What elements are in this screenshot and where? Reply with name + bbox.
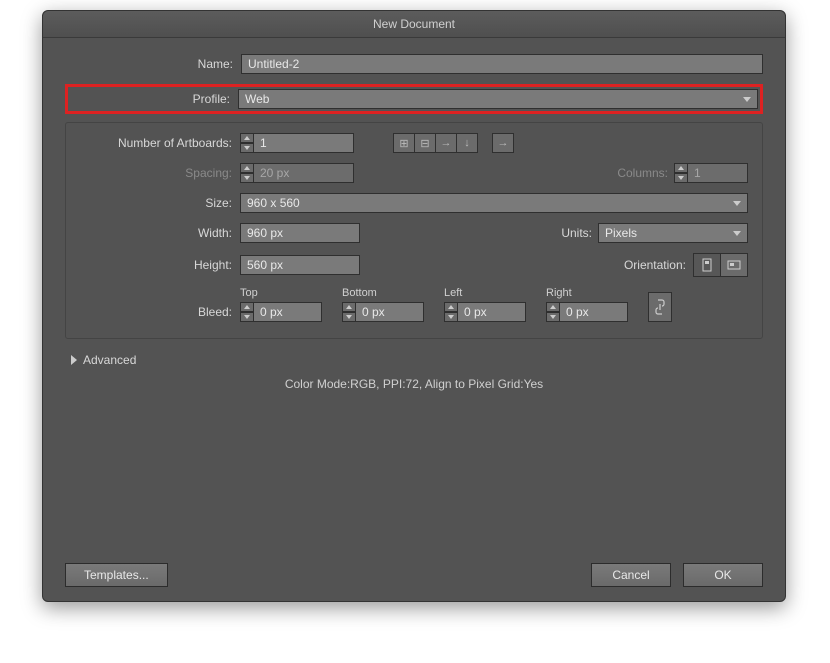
dialog-title: New Document — [43, 11, 785, 38]
spinner-down-icon[interactable] — [240, 143, 254, 153]
bleed-row: Bleed: Top Bottom — [80, 287, 748, 322]
size-select[interactable]: 960 x 560 — [240, 193, 748, 213]
bleed-top-label: Top — [240, 287, 322, 299]
chevron-down-icon — [733, 201, 741, 206]
arrange-row-icon[interactable]: → — [435, 133, 457, 153]
bleed-label: Bleed: — [80, 305, 240, 322]
artboards-spinner[interactable] — [240, 133, 354, 153]
width-label: Width: — [80, 226, 240, 240]
height-label: Height: — [80, 258, 240, 272]
columns-input — [688, 163, 748, 183]
bleed-left-col: Left — [444, 287, 526, 322]
chevron-down-icon — [743, 97, 751, 102]
spinner-up-icon — [674, 163, 688, 173]
portrait-icon — [701, 258, 713, 272]
artboard-group: Number of Artboards: ⊞ ⊟ → ↓ → Spacing: — [65, 122, 763, 339]
artboards-input[interactable] — [254, 133, 354, 153]
disclosure-triangle-icon — [71, 355, 77, 365]
landscape-icon — [727, 259, 741, 271]
dialog-content: Name: Profile: Web Number of Artboards: — [43, 38, 785, 405]
profile-row: Profile: Web — [70, 89, 758, 109]
bleed-bottom-label: Bottom — [342, 287, 424, 299]
bleed-bottom-input[interactable] — [356, 302, 424, 322]
bleed-bottom-col: Bottom — [342, 287, 424, 322]
arrange-col-icon[interactable]: ↓ — [456, 133, 478, 153]
grid-by-col-icon[interactable]: ⊟ — [414, 133, 436, 153]
size-value: 960 x 560 — [247, 196, 300, 210]
name-label: Name: — [65, 57, 241, 71]
bleed-top-input[interactable] — [254, 302, 322, 322]
bleed-top-col: Top — [240, 287, 322, 322]
profile-value: Web — [245, 92, 269, 106]
bleed-left-label: Left — [444, 287, 526, 299]
new-document-dialog: New Document Name: Profile: Web Number o… — [42, 10, 786, 602]
profile-label: Profile: — [70, 92, 238, 106]
width-row: Width: Units: Pixels — [80, 223, 748, 243]
bleed-bottom-spinner[interactable] — [342, 302, 356, 322]
layout-direction-icon[interactable]: → — [492, 133, 514, 153]
spacing-row: Spacing: Columns: — [80, 163, 748, 183]
bleed-right-label: Right — [546, 287, 628, 299]
link-bleed-button[interactable] — [648, 292, 672, 322]
width-input[interactable] — [240, 223, 360, 243]
orientation-landscape-button[interactable] — [720, 253, 748, 277]
profile-highlight: Profile: Web — [65, 84, 763, 114]
ok-button[interactable]: OK — [683, 563, 763, 587]
spinner-down-icon — [240, 173, 254, 183]
bleed-right-col: Right — [546, 287, 628, 322]
units-select[interactable]: Pixels — [598, 223, 748, 243]
spacing-spinner — [240, 163, 354, 183]
bleed-right-spinner[interactable] — [546, 302, 560, 322]
orientation-label: Orientation: — [624, 258, 694, 272]
height-row: Height: Orientation: — [80, 253, 748, 277]
columns-label: Columns: — [617, 166, 674, 180]
spacing-label: Spacing: — [80, 166, 240, 180]
name-row: Name: — [65, 54, 763, 74]
artboard-arrangement-group: ⊞ ⊟ → ↓ — [394, 133, 478, 153]
summary-text: Color Mode:RGB, PPI:72, Align to Pixel G… — [65, 377, 763, 391]
artboards-label: Number of Artboards: — [80, 136, 240, 150]
advanced-toggle[interactable]: Advanced — [71, 353, 763, 367]
spacing-input — [254, 163, 354, 183]
units-value: Pixels — [605, 226, 637, 240]
bleed-left-input[interactable] — [458, 302, 526, 322]
cancel-button[interactable]: Cancel — [591, 563, 671, 587]
size-label: Size: — [80, 196, 240, 210]
columns-spinner — [674, 163, 748, 183]
spinner-down-icon — [674, 173, 688, 183]
chevron-down-icon — [733, 231, 741, 236]
name-input[interactable] — [241, 54, 763, 74]
templates-button[interactable]: Templates... — [65, 563, 168, 587]
size-row: Size: 960 x 560 — [80, 193, 748, 213]
bleed-right-input[interactable] — [560, 302, 628, 322]
bleed-top-spinner[interactable] — [240, 302, 254, 322]
link-icon — [655, 299, 665, 315]
spinner-up-icon[interactable] — [240, 133, 254, 143]
artboards-row: Number of Artboards: ⊞ ⊟ → ↓ → — [80, 133, 748, 153]
orientation-portrait-button[interactable] — [693, 253, 721, 277]
units-label: Units: — [561, 226, 598, 240]
advanced-label: Advanced — [83, 353, 136, 367]
grid-by-row-icon[interactable]: ⊞ — [393, 133, 415, 153]
height-input[interactable] — [240, 255, 360, 275]
spinner-up-icon — [240, 163, 254, 173]
button-bar: Templates... Cancel OK — [65, 563, 763, 587]
bleed-left-spinner[interactable] — [444, 302, 458, 322]
profile-select[interactable]: Web — [238, 89, 758, 109]
